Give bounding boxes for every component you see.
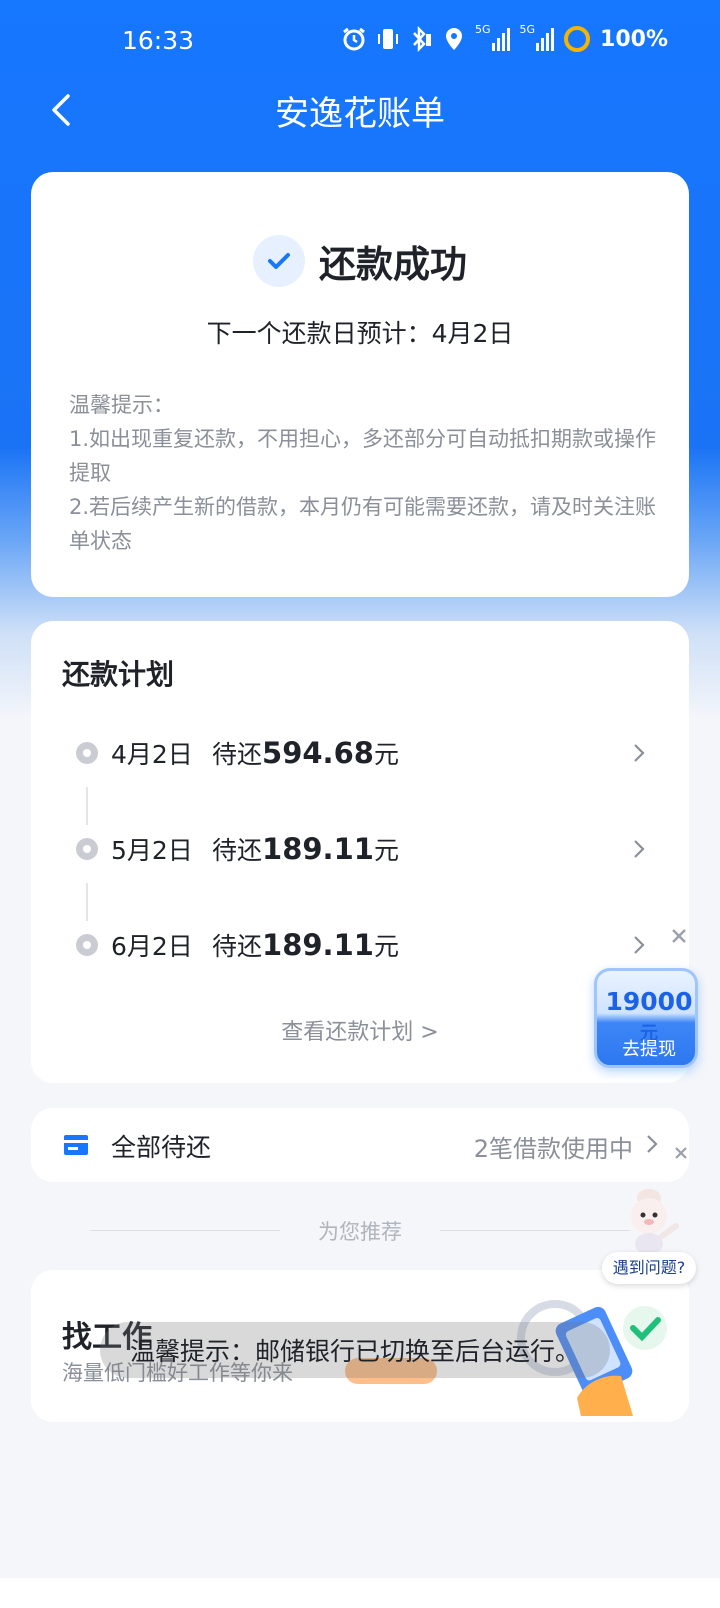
vibrate-icon [377, 24, 399, 54]
help-label: 遇到问题? [602, 1252, 696, 1284]
bluetooth-icon [409, 24, 433, 54]
alarm-icon [341, 24, 367, 54]
success-heading: 还款成功 [31, 234, 689, 288]
toast-message: 温馨提示：邮储银行已切换至后台运行。 [100, 1322, 610, 1378]
plan-amount: 待还189.11元 [212, 832, 399, 866]
recommend-title: 为您推荐 [318, 1220, 402, 1244]
timeline-dot-icon [76, 742, 98, 764]
plan-row[interactable]: 5月2日 待还189.11元 [31, 819, 689, 879]
tips-heading: 温馨提示： [69, 393, 174, 417]
page-title: 安逸花账单 [275, 94, 445, 134]
plan-title: 还款计划 [62, 658, 175, 691]
plan-row[interactable]: 4月2日 待还594.68元 [31, 723, 689, 783]
withdraw-label: 去提现 [622, 1039, 676, 1060]
chevron-right-icon [634, 744, 645, 762]
wallet-icon [64, 1135, 88, 1155]
tip-2: 2.若后续产生新的借款，本月仍有可能需要还款，请及时关注账单状态 [69, 495, 657, 553]
plan-date: 6月2日 [111, 932, 193, 961]
battery-icon [564, 24, 591, 54]
bottom-bar [0, 1578, 720, 1608]
all-pending-status: 2笔借款使用中 [473, 1135, 633, 1163]
timeline-dot-icon [76, 934, 98, 956]
location-icon [443, 24, 465, 54]
battery-level: 100% [600, 26, 668, 52]
status-icons: 5G 5G 100% [341, 24, 668, 54]
tips-block: 温馨提示： 1.如出现重复还款，不用担心，多还部分可自动抵扣期款或操作提取 2.… [69, 388, 659, 558]
plan-amount: 待还189.11元 [212, 928, 399, 962]
mascot-icon [631, 1189, 679, 1255]
plan-date: 4月2日 [111, 740, 193, 769]
check-icon [253, 235, 305, 287]
withdraw-badge[interactable]: 19000元 去提现 [594, 968, 698, 1068]
signal-icon-2: 5G [520, 24, 555, 54]
success-title: 还款成功 [319, 243, 467, 286]
chevron-right-icon [634, 936, 645, 954]
repayment-plan-card: 还款计划 4月2日 待还594.68元 5月2日 待还189.11元 6月2日 … [31, 621, 689, 1083]
signal-icon-1: 5G [475, 24, 510, 54]
plan-date: 5月2日 [111, 836, 193, 865]
recommend-divider: 为您推荐 [90, 1216, 630, 1246]
status-time: 16:33 [122, 26, 195, 55]
close-icon[interactable] [670, 927, 688, 945]
chevron-right-icon [647, 1135, 658, 1153]
status-bar: 16:33 5G 5G 100% [0, 0, 720, 82]
view-plan-link[interactable]: 查看还款计划 > [31, 1014, 689, 1046]
plan-row[interactable]: 6月2日 待还189.11元 [31, 915, 689, 975]
close-icon[interactable] [673, 1145, 689, 1161]
plan-amount: 待还594.68元 [212, 736, 399, 770]
chevron-right-icon [634, 840, 645, 858]
timeline-dot-icon [76, 838, 98, 860]
next-repayment-date: 下一个还款日预计：4月2日 [206, 319, 514, 348]
all-pending-label: 全部待还 [111, 1133, 212, 1162]
tip-1: 1.如出现重复还款，不用担心，多还部分可自动抵扣期款或操作提取 [69, 427, 657, 485]
help-widget[interactable]: 遇到问题? [602, 1186, 696, 1286]
repayment-success-card: 还款成功 下一个还款日预计：4月2日 温馨提示： 1.如出现重复还款，不用担心，… [31, 172, 689, 597]
all-pending-row[interactable]: 全部待还 2笔借款使用中 [31, 1108, 689, 1182]
